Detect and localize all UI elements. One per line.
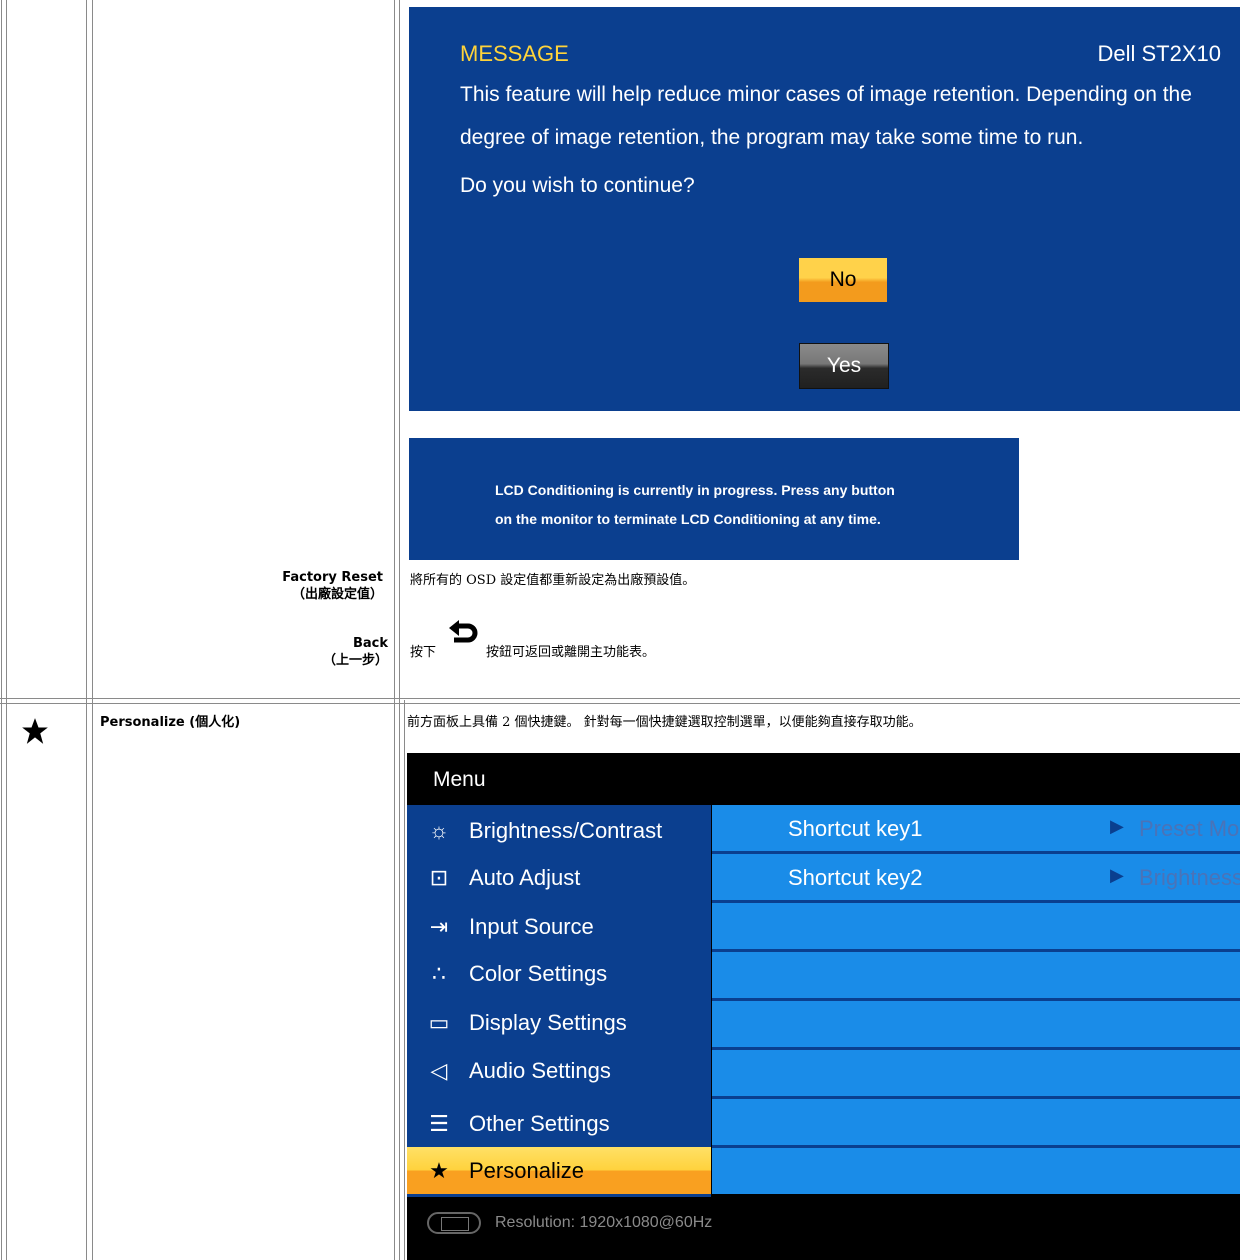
auto-adjust-icon: ⊡ xyxy=(429,864,449,890)
dialog-text-line1: This feature will help reduce minor case… xyxy=(460,83,1192,106)
back-label-en: Back xyxy=(352,636,388,651)
arrow-right-icon: ▶ xyxy=(1110,816,1124,836)
sun-icon: ☼ xyxy=(428,817,450,843)
menu-item-label: Brightness/Contrast xyxy=(469,817,663,843)
star-icon xyxy=(22,718,48,744)
table-border-col2 xyxy=(394,0,395,1260)
back-label-zh: （上一步） xyxy=(322,653,388,668)
menu-item-display-settings[interactable]: ▭ Display Settings xyxy=(407,999,711,1046)
shortcut-key2-label: Shortcut key2 xyxy=(788,865,923,890)
menu-item-color-settings[interactable]: ∴ Color Settings xyxy=(407,950,711,997)
shortcut-row-2[interactable]: Shortcut key2 ▶ Brightness xyxy=(712,854,1240,900)
vga-connector-icon xyxy=(427,1212,481,1234)
table-border-col3 xyxy=(404,700,405,1260)
table-border-col2-inner xyxy=(399,0,400,1260)
factory-reset-label: Factory Reset （出廠設定值） xyxy=(282,569,383,603)
menu-item-other-settings[interactable]: ☰ Other Settings xyxy=(407,1100,711,1147)
dialog-question: Do you wish to continue? xyxy=(460,174,695,197)
menu-item-auto-adjust[interactable]: ⊡ Auto Adjust xyxy=(407,854,711,901)
back-description-before: 按下 xyxy=(410,645,437,660)
menu-item-label: Auto Adjust xyxy=(469,864,581,890)
row-separator-bottom xyxy=(0,703,1240,704)
input-source-icon: ⇥ xyxy=(429,913,449,939)
menu-item-personalize[interactable]: ★ Personalize xyxy=(407,1147,711,1194)
table-border-col1 xyxy=(86,0,87,1260)
progress-text-line2: on the monitor to terminate LCD Conditio… xyxy=(495,511,881,527)
back-description-after: 按鈕可返回或離開主功能表。 xyxy=(486,645,656,660)
osd-menu-screenshot: Menu ☼ Brightness/Contrast ⊡ Auto Adjust… xyxy=(407,753,1240,1260)
empty-row xyxy=(712,903,1240,949)
resolution-text: Resolution: 1920x1080@60Hz xyxy=(495,1214,713,1231)
menu-item-input-source[interactable]: ⇥ Input Source xyxy=(407,903,711,950)
menu-item-label: Audio Settings xyxy=(469,1057,611,1083)
arrow-right-icon: ▶ xyxy=(1110,865,1124,885)
menu-item-label: Color Settings xyxy=(469,960,608,986)
dialog-text-line2: degree of image retention, the program m… xyxy=(460,126,1084,149)
table-border-left xyxy=(1,0,2,1260)
menu-item-label: Input Source xyxy=(469,913,594,939)
progress-text-line1: LCD Conditioning is currently in progres… xyxy=(495,482,895,498)
sliders-icon: ☰ xyxy=(429,1110,449,1136)
menu-title: Menu xyxy=(433,768,486,791)
shortcut-key1-value: Preset Mo xyxy=(1139,816,1240,841)
lcd-conditioning-progress-dialog: LCD Conditioning is currently in progres… xyxy=(409,438,1019,560)
empty-row xyxy=(712,1148,1240,1194)
back-arrow-icon xyxy=(449,620,478,643)
factory-reset-label-zh: （出廠設定值） xyxy=(291,587,383,602)
color-dots-icon: ∴ xyxy=(432,960,446,986)
menu-item-audio-settings[interactable]: ◁ Audio Settings xyxy=(407,1047,711,1094)
lcd-conditioning-message-dialog: MESSAGE Dell ST2X10 This feature will he… xyxy=(409,7,1240,411)
back-label: Back （上一步） xyxy=(323,635,388,669)
empty-row xyxy=(712,1001,1240,1047)
star-icon: ★ xyxy=(429,1157,449,1183)
yes-button[interactable]: Yes xyxy=(799,343,889,389)
menu-item-label: Other Settings xyxy=(469,1110,610,1136)
dialog-title: MESSAGE xyxy=(460,41,569,66)
menu-item-label: Personalize xyxy=(469,1157,584,1183)
no-button[interactable]: No xyxy=(799,258,887,302)
empty-row xyxy=(712,1050,1240,1096)
empty-row xyxy=(712,1099,1240,1145)
shortcut-row-1[interactable]: Shortcut key1 ▶ Preset Mo xyxy=(712,805,1240,851)
display-rect-icon: ▭ xyxy=(428,1009,450,1035)
row-separator-top xyxy=(0,698,1240,699)
menu-item-brightness-contrast[interactable]: ☼ Brightness/Contrast xyxy=(407,807,711,854)
factory-reset-description: 將所有的 OSD 設定值都重新設定為出廠預設值。 xyxy=(410,573,696,588)
monitor-model: Dell ST2X10 xyxy=(1097,41,1221,66)
shortcut-key1-label: Shortcut key1 xyxy=(788,816,923,841)
personalize-label: Personalize (個人化) xyxy=(100,715,241,730)
factory-reset-label-en: Factory Reset xyxy=(282,570,383,585)
personalize-description: 前方面板上具備 2 個快捷鍵。 針對每一個快捷鍵選取控制選單，以便能夠直接存取功… xyxy=(407,715,922,730)
empty-row xyxy=(712,952,1240,998)
table-border-left-inner xyxy=(6,0,7,1260)
table-border-col1-inner xyxy=(92,0,93,1260)
menu-item-label: Display Settings xyxy=(469,1009,627,1035)
shortcut-key2-value: Brightness xyxy=(1139,865,1240,890)
speaker-icon: ◁ xyxy=(430,1057,448,1083)
